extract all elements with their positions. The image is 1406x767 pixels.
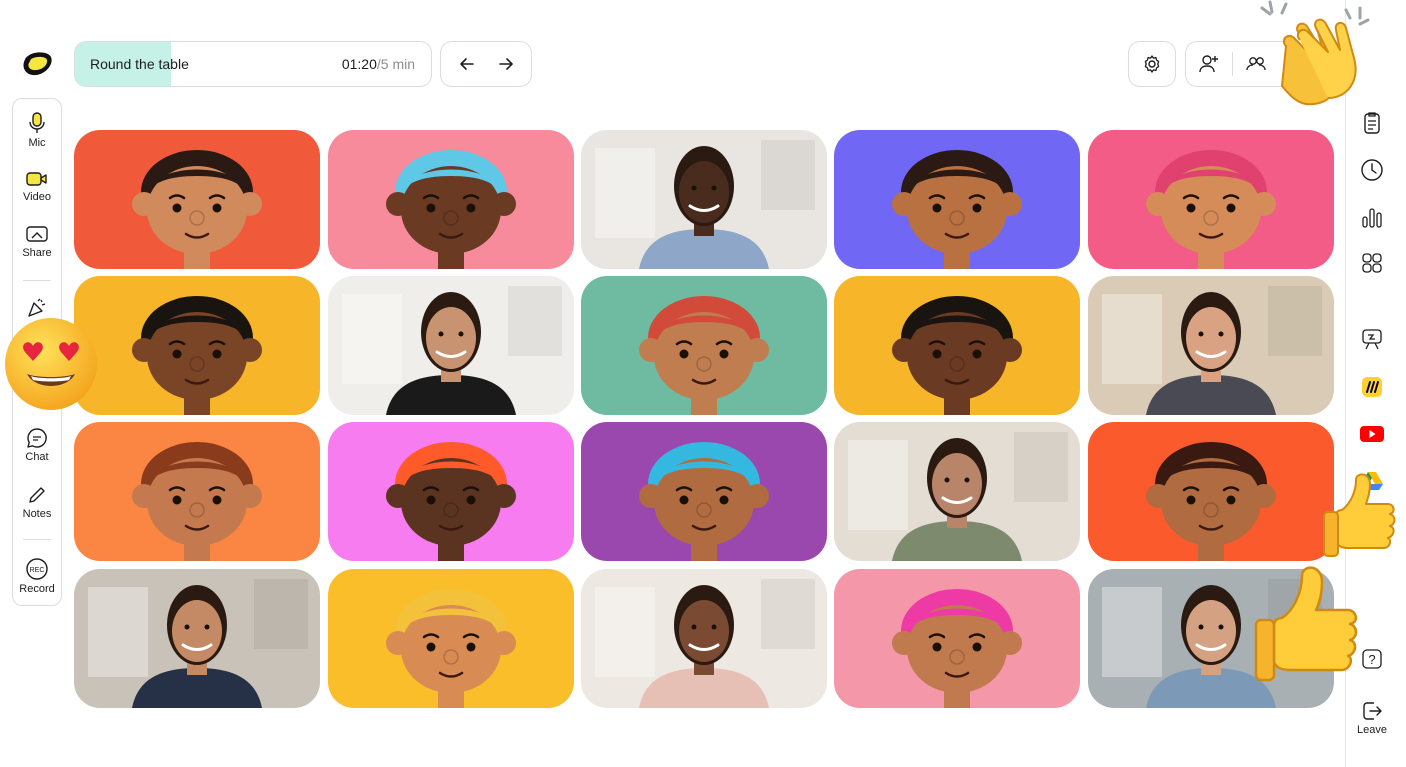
youtube-icon [1360,426,1384,442]
participant-video [328,422,574,561]
leave-button[interactable]: Leave [1352,700,1392,736]
participant-video [1088,276,1334,415]
screen-share-icon [26,226,48,242]
participant-video [834,130,1080,269]
participant-avatar-tile[interactable] [1088,130,1334,269]
participant-video [581,422,827,561]
thumbs-up-emoji [1254,566,1358,682]
share-button[interactable]: Share [13,225,61,259]
participant-avatar-tile[interactable] [581,422,827,561]
chat-bubble-icon [27,428,47,448]
participant-avatar-tile[interactable] [328,422,574,561]
participant-video [581,276,827,415]
notes-button[interactable]: Notes [13,484,61,520]
toolbar-divider [23,539,51,540]
participant-video [581,569,827,708]
participant-avatar-tile[interactable] [328,130,574,269]
record-label: Record [19,583,55,595]
miro-app-button[interactable] [1358,373,1386,401]
participant-video [74,130,320,269]
thumbs-up-emoji [1323,473,1396,557]
participant-avatar-tile[interactable] [834,276,1080,415]
record-button[interactable]: REC Record [13,557,61,595]
record-badge: REC [30,567,45,574]
clock-icon [1361,159,1383,181]
miro-icon [1362,377,1382,397]
next-button[interactable] [490,48,522,80]
leave-label: Leave [1357,724,1387,736]
app-logo [23,52,52,76]
polls-button[interactable] [1358,203,1386,231]
toolbar-divider [23,280,51,281]
settings-button[interactable] [1128,41,1176,87]
previous-button[interactable] [451,48,483,80]
participant-video [328,569,574,708]
arrow-left-icon [459,58,474,70]
participant-video [1088,130,1334,269]
agenda-timer: 01:20/5 min [342,56,415,72]
agenda-progress[interactable]: Round the table 01:20/5 min [74,41,432,87]
mic-button[interactable]: Mic [13,111,61,149]
participant-video [328,276,574,415]
participant-video [581,130,827,269]
pencil-icon [29,487,45,503]
youtube-app-button[interactable] [1358,420,1386,448]
whiteboard-button[interactable] [1358,325,1386,353]
agenda-title: Round the table [90,56,189,72]
apps-grid-icon [1362,253,1382,273]
participant-video [834,569,1080,708]
bar-chart-icon [1362,208,1382,228]
participant-avatar-tile[interactable] [74,130,320,269]
divider [1232,52,1233,76]
video-label: Video [23,191,51,203]
notes-label: Notes [22,508,52,520]
participant-avatar-tile[interactable] [74,276,320,415]
participant-video-tile[interactable] [834,422,1080,561]
participant-video [1088,422,1334,561]
timer-button[interactable] [1358,156,1386,184]
chat-label: Chat [25,451,49,463]
agenda-elapsed: 01:20 [341,56,377,72]
chat-button[interactable]: Chat [13,427,61,463]
agenda-nav [440,41,532,87]
agenda-total: /5 min [376,56,415,72]
participant-video [328,130,574,269]
video-button[interactable]: Video [13,169,61,203]
participant-video-tile[interactable] [581,130,827,269]
participant-avatar-tile[interactable] [581,276,827,415]
gear-icon [1144,55,1160,73]
share-label: Share [22,247,52,259]
participant-video-tile[interactable] [74,569,320,708]
participant-video-tile[interactable] [328,276,574,415]
clapping-hands-emoji [1260,0,1370,106]
apps-button[interactable] [1358,249,1386,277]
participant-video-tile[interactable] [1088,276,1334,415]
microphone-icon [29,112,45,133]
participant-video-tile[interactable] [581,569,827,708]
mic-label: Mic [28,137,46,149]
participant-avatar-tile[interactable] [834,569,1080,708]
meeting-window: Round the table 01:20/5 min Mic Video Sh… [0,0,1406,767]
participant-video [74,422,320,561]
arrow-right-icon [498,58,513,70]
participant-video [74,569,320,708]
participant-video [834,276,1080,415]
participant-avatar-tile[interactable] [834,130,1080,269]
participant-avatar-tile[interactable] [328,569,574,708]
exit-icon [1363,702,1382,720]
participant-video [74,276,320,415]
participant-video [834,422,1080,561]
record-icon: REC [26,558,48,580]
video-camera-icon [26,172,47,186]
whiteboard-icon [1362,329,1382,350]
heart-eyes-emoji [5,318,97,410]
add-person-icon[interactable] [1198,53,1220,75]
participant-avatar-tile[interactable] [1088,422,1334,561]
participant-avatar-tile[interactable] [74,422,320,561]
participant-grid [74,130,1334,708]
